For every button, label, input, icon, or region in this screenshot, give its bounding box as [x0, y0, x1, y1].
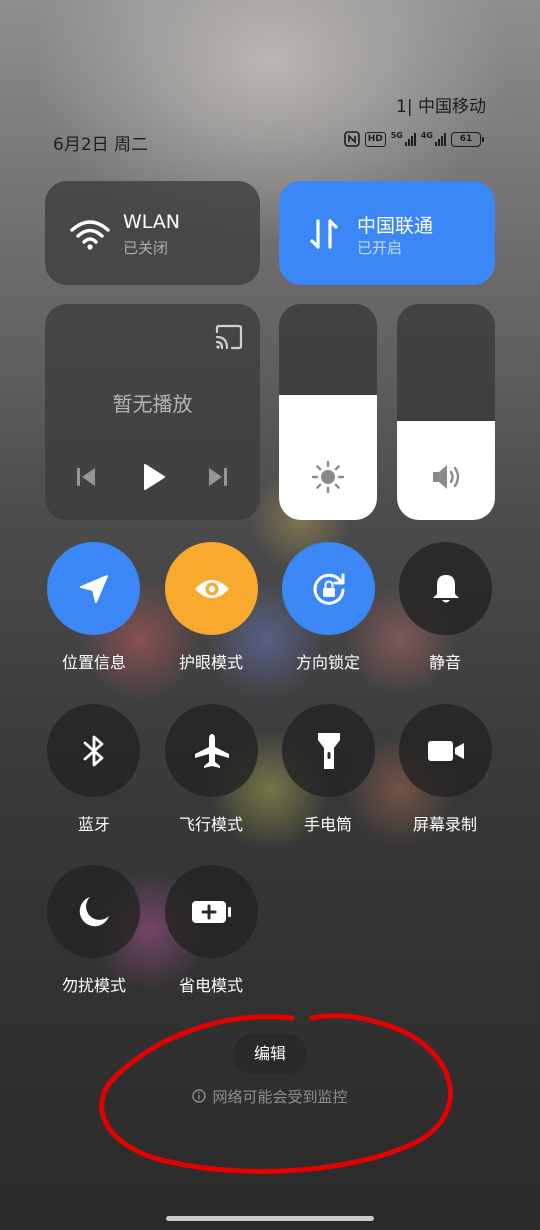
location-label: 位置信息: [61, 653, 126, 672]
wifi-icon: [70, 220, 110, 250]
flashlight-toggle[interactable]: [282, 704, 375, 797]
play-icon[interactable]: [137, 462, 167, 492]
nfc-icon: [343, 131, 360, 147]
brightness-slider[interactable]: [279, 304, 377, 520]
eye-icon: [194, 579, 229, 598]
data-arrows-icon: [310, 219, 338, 249]
eye-care-label: 护眼模式: [178, 653, 243, 672]
battery-saver-toggle[interactable]: [165, 865, 258, 958]
cast-icon[interactable]: [214, 324, 244, 350]
wlan-status: 已关闭: [123, 239, 169, 257]
rotation-lock-label: 方向锁定: [295, 653, 360, 672]
flashlight-icon: [317, 732, 340, 769]
battery-saver-icon: [191, 900, 231, 923]
previous-icon[interactable]: [71, 462, 101, 492]
annotation-circle: [99, 1013, 453, 1174]
location-icon: [79, 574, 108, 603]
carrier-label: 1| 中国移动: [396, 97, 486, 117]
volume-icon: [433, 465, 460, 489]
airplane-icon: [194, 733, 229, 768]
cellular-status: 已开启: [357, 239, 403, 257]
battery-icon: 61: [451, 131, 484, 147]
media-player-tile[interactable]: 暂无播放: [45, 304, 260, 520]
signal-icon: 5G: [391, 132, 416, 146]
do-not-disturb-label: 勿扰模式: [61, 976, 126, 995]
home-indicator[interactable]: [166, 1216, 374, 1221]
silent-label: 静音: [428, 653, 461, 672]
video-camera-icon: [427, 740, 464, 761]
airplane-toggle[interactable]: [165, 704, 258, 797]
silent-toggle[interactable]: [399, 542, 492, 635]
brightness-icon: [311, 460, 345, 494]
cellular-title: 中国联通: [357, 215, 434, 237]
rotation-lock-icon: [313, 573, 344, 605]
bluetooth-toggle[interactable]: [47, 704, 140, 797]
brightness-level-fill: [279, 394, 377, 520]
screen-record-toggle[interactable]: [399, 704, 492, 797]
media-status: 暂无播放: [112, 392, 193, 416]
bluetooth-icon: [83, 735, 103, 766]
volume-slider[interactable]: [397, 304, 495, 520]
sig1-label: 5G: [390, 131, 403, 140]
airplane-label: 飞行模式: [178, 815, 243, 834]
screen-record-label: 屏幕录制: [412, 815, 477, 834]
next-icon[interactable]: [203, 462, 233, 492]
cellular-tile[interactable]: 中国联通 已开启: [279, 181, 495, 285]
rotation-lock-toggle[interactable]: [282, 542, 375, 635]
hd-voice-icon: HD: [364, 131, 386, 147]
date-label: 6月2日 周二: [53, 135, 149, 155]
status-icons: HD 5G 4G 61: [343, 131, 484, 147]
wlan-tile[interactable]: WLAN 已关闭: [45, 181, 260, 285]
do-not-disturb-toggle[interactable]: [47, 865, 140, 958]
flashlight-label: 手电筒: [303, 815, 352, 834]
sig2-label: 4G: [420, 131, 433, 140]
moon-icon: [79, 896, 109, 926]
location-toggle[interactable]: [47, 542, 140, 635]
bell-icon: [432, 574, 459, 602]
signal-icon-2: 4G: [421, 132, 446, 146]
bluetooth-label: 蓝牙: [77, 815, 110, 834]
battery-level: 61: [451, 131, 481, 147]
wlan-title: WLAN: [123, 211, 181, 233]
eye-care-toggle[interactable]: [165, 542, 258, 635]
battery-saver-label: 省电模式: [178, 976, 243, 995]
